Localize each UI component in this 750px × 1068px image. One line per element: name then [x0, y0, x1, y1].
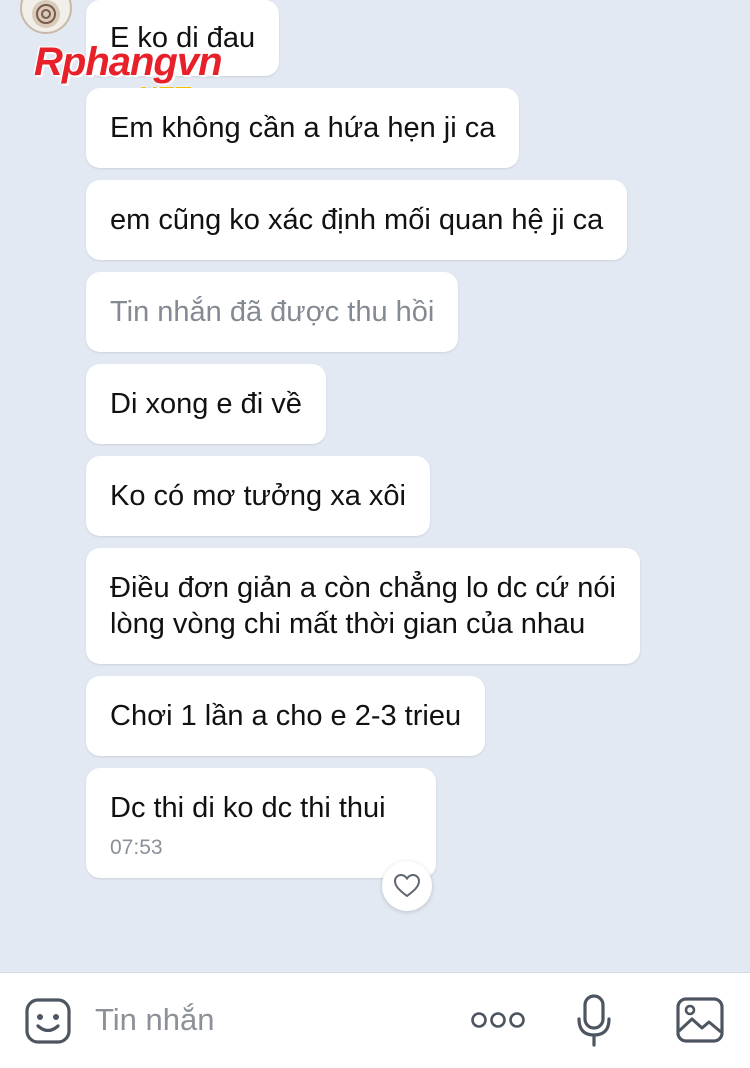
message-text: em cũng ko xác định mối quan hệ ji ca [110, 204, 604, 236]
message-text: Chơi 1 lần a cho e 2-3 trieu [110, 700, 462, 732]
message-timestamp: 07:53 [110, 836, 163, 859]
chat-area: E ko di đau Rphangvn .NET Em không cần a… [0, 0, 750, 972]
message-text: Dc thi di ko dc thi thui [110, 792, 386, 824]
message-text: Di xong e đi về [110, 388, 302, 420]
sender-avatar[interactable] [20, 0, 72, 34]
message-bubble[interactable]: Chơi 1 lần a cho e 2-3 trieu [86, 676, 486, 756]
message-bubble[interactable]: Điều đơn giản a còn chẳng lo dc cứ nói l… [86, 548, 640, 664]
avatar-image [32, 0, 60, 28]
message-text-line: lòng vòng chi mất thời gian của nhau [110, 608, 586, 640]
message-bubble[interactable]: Em không cần a hứa hẹn ji ca [86, 88, 520, 168]
message-text-line: Điều đơn giản a còn chẳng lo dc cứ nói [110, 572, 616, 604]
heart-icon [393, 873, 421, 898]
message-input[interactable]: Tin nhắn [95, 1001, 215, 1039]
sticker-icon[interactable] [24, 997, 72, 1045]
message-text: Ko có mơ tưởng xa xôi [110, 480, 407, 512]
message-bubble[interactable]: Di xong e đi về [86, 364, 326, 444]
more-options-icon[interactable] [470, 1009, 526, 1031]
recalled-message-bubble[interactable]: Tin nhắn đã được thu hồi [86, 272, 459, 352]
message-bubble[interactable]: Ko có mơ tưởng xa xôi [86, 456, 431, 536]
image-icon[interactable] [676, 997, 724, 1043]
microphone-icon[interactable] [576, 993, 612, 1047]
react-button[interactable] [382, 861, 432, 911]
message-composer: Tin nhắn [0, 972, 750, 1068]
message-text: Em không cần a hứa hẹn ji ca [110, 112, 496, 144]
recalled-message-text: Tin nhắn đã được thu hồi [110, 296, 435, 328]
watermark-brand: Rphangvn [34, 40, 223, 84]
message-bubble[interactable]: em cũng ko xác định mối quan hệ ji ca [86, 180, 628, 260]
message-bubble[interactable]: Dc thi di ko dc thi thui 07:53 [86, 768, 436, 878]
